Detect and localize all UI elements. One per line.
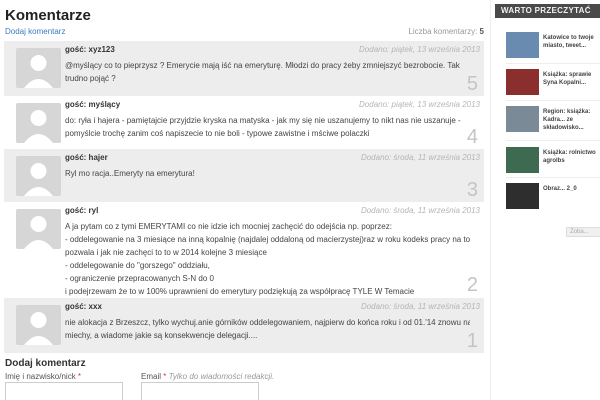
comment-text: @myślący co to pieprzysz ? Emerycie mają… — [65, 59, 470, 85]
sidebar-article[interactable]: Obraz... 2_0 — [506, 183, 600, 211]
divider — [506, 140, 600, 141]
comment-author: gość: xyz123 — [65, 45, 115, 54]
article-title: Katowice to twoje miasto, tweet... — [543, 35, 594, 49]
comment-item: gość: hajer Dodano: środa, 11 września 2… — [4, 149, 484, 202]
article-title: Obraz... 2_0 — [543, 186, 577, 192]
article-thumbnail — [506, 183, 539, 209]
comment-author: gość: xxx — [65, 302, 102, 311]
comment-date: Dodano: piątek, 13 września 2013 — [359, 45, 480, 54]
article-thumbnail — [506, 147, 539, 173]
comment-line: miechy, a wiadome jakie są konsekwencje … — [65, 331, 258, 340]
comment-text: A ja pytam co z tymi EMERYTAMI co nie id… — [65, 220, 470, 298]
comment-line: - oddelegowanie do "gorszego" oddziału, — [65, 261, 210, 270]
name-field-label: Imię i nazwisko/nick * — [5, 372, 81, 381]
divider — [506, 63, 600, 64]
comment-text: nie alokacja z Brzeszcz, tylko wychuj.an… — [65, 316, 470, 342]
comment-number: 4 — [466, 126, 478, 148]
add-comment-link[interactable]: Dodaj komentarz — [5, 27, 65, 36]
comment-text: Ryl mo racja..Emeryty na emerytura! — [65, 167, 470, 180]
comment-line: A ja pytam co z tymi EMERYTAMI co nie id… — [65, 222, 392, 231]
avatar-icon — [16, 103, 61, 143]
name-label-text: Imię i nazwisko/nick — [5, 372, 76, 381]
comment-number: 2 — [466, 274, 478, 296]
sidebar-article[interactable]: Książka: rolnictwo agrolbs — [506, 147, 600, 175]
sidebar-header: WARTO PRZECZYTAĆ — [495, 4, 600, 18]
sidebar-article[interactable]: Katowice to twoje miasto, tweet... — [506, 32, 600, 60]
name-input[interactable] — [5, 382, 123, 400]
comment-date: Dodano: środa, 11 września 2013 — [360, 302, 480, 311]
comment-text: do: ryła i hajera - pamiętajcie przyjdzi… — [65, 114, 470, 140]
comment-date: Dodano: środa, 11 września 2013 — [360, 153, 480, 162]
comment-date: Dodano: środa, 11 września 2013 — [360, 206, 480, 215]
add-comment-title: Dodaj komentarz — [5, 358, 86, 369]
comment-count-label: Liczba komentarzy: — [408, 27, 478, 36]
comment-number: 1 — [466, 330, 478, 352]
avatar-icon — [16, 156, 61, 196]
comment-line: pomyślcie trochę zanim coś napiszecie to… — [65, 129, 370, 138]
article-thumbnail — [506, 106, 539, 132]
comment-number: 5 — [466, 73, 478, 95]
comment-line: Ryl mo racja..Emeryty na emerytura! — [65, 169, 195, 178]
sidebar: WARTO PRZECZYTAĆ Katowice to twoje miast… — [490, 0, 600, 400]
email-field-label: Email * Tylko do wiadomości redakcji. — [141, 372, 274, 381]
article-title: Książka: rolnictwo agrolbs — [543, 150, 596, 164]
comment-line: do: ryła i hajera - pamiętajcie przyjdzi… — [65, 116, 461, 125]
comment-author: gość: myślący — [65, 100, 121, 109]
comment-line: i podejrzewam że to w 100% uprawnieni do… — [65, 287, 415, 296]
comment-line: trudno pojąć ? — [65, 74, 116, 83]
sidebar-article[interactable]: Książka: sprawie Syna Kopalni... — [506, 69, 600, 97]
email-hint: Tylko do wiadomości redakcji. — [168, 372, 275, 381]
email-label-text: Email — [141, 372, 162, 381]
comment-author: gość: hajer — [65, 153, 108, 162]
sidebar-title: WARTO PRZECZYTAĆ — [501, 6, 591, 15]
required-mark: * — [77, 372, 82, 381]
divider — [506, 100, 600, 101]
comment-line: @myślący co to pieprzysz ? Emerycie mają… — [65, 61, 460, 70]
more-button[interactable]: Zoba... — [566, 227, 600, 237]
comment-item: gość: myślący Dodano: piątek, 13 wrześni… — [4, 96, 484, 149]
article-title: Region: książka: Kadra... ze składowisko… — [543, 109, 591, 131]
required-mark: * — [163, 372, 167, 381]
comment-item: gość: xyz123 Dodano: piątek, 13 września… — [4, 41, 484, 96]
email-input[interactable] — [141, 382, 259, 400]
divider — [506, 177, 600, 178]
comment-date: Dodano: piątek, 13 września 2013 — [359, 100, 480, 109]
comments-section: Komentarze Dodaj komentarz Liczba koment… — [0, 0, 490, 400]
comment-item: gość: ryl Dodano: środa, 11 września 201… — [4, 202, 484, 298]
section-title: Komentarze — [5, 7, 91, 24]
comment-line: - ograniczenie przepracowanych S-N do 0 — [65, 274, 214, 283]
comment-number: 3 — [466, 179, 478, 201]
comment-line: - oddelegowanie na 3 miesiące na inną ko… — [65, 235, 470, 244]
comment-count: Liczba komentarzy: 5 — [408, 27, 484, 36]
article-thumbnail — [506, 69, 539, 95]
avatar-icon — [16, 209, 61, 249]
comment-author: gość: ryl — [65, 206, 99, 215]
avatar-icon — [16, 305, 61, 345]
comment-line: nie alokacja z Brzeszcz, tylko wychuj.an… — [65, 318, 470, 327]
article-thumbnail — [506, 32, 539, 58]
comment-line: pozwala i jak nie zachęci to to w 2014 k… — [65, 248, 267, 257]
comment-count-value: 5 — [479, 27, 484, 36]
avatar-icon — [16, 48, 61, 88]
sidebar-article[interactable]: Region: książka: Kadra... ze składowisko… — [506, 106, 600, 134]
comment-item: gość: xxx Dodano: środa, 11 września 201… — [4, 298, 484, 353]
article-title: Książka: sprawie Syna Kopalni... — [543, 72, 592, 86]
